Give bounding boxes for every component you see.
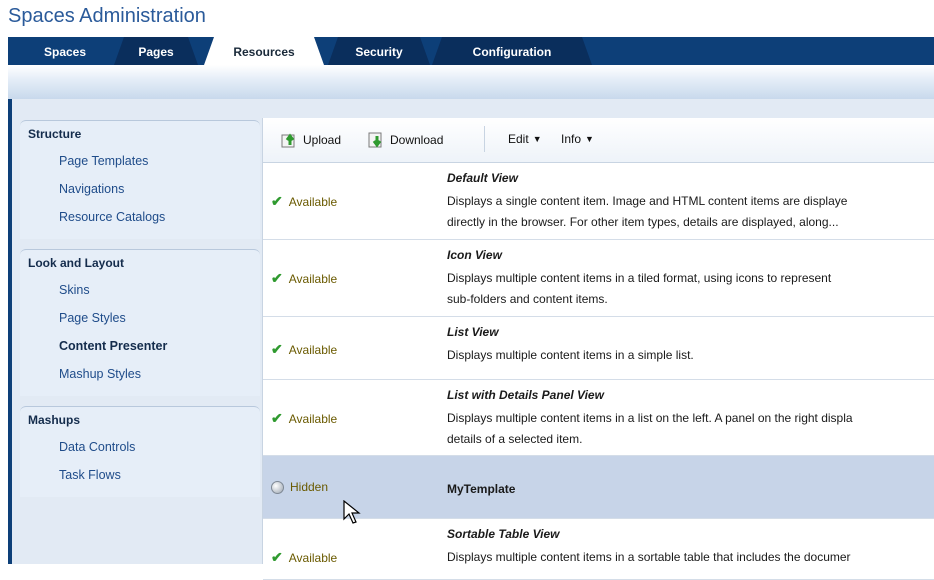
upload-icon (281, 133, 295, 148)
sidebar-item-skins[interactable]: Skins (20, 276, 260, 304)
status-hidden: Hidden (271, 480, 328, 494)
status-label: Available (288, 194, 338, 209)
sidebar-group-mashups: Mashups Data Controls Task Flows (20, 406, 260, 497)
tab-label: Spaces (43, 45, 87, 59)
download-icon (368, 132, 382, 148)
resource-list-panel: Upload Download Edit ▼ Info ▼ ✔ Availabl… (262, 118, 934, 580)
status-available: ✔ Available (271, 341, 337, 358)
table-row[interactable]: ✔ Available Default View Displays a sing… (263, 163, 934, 240)
edit-label: Edit (508, 132, 529, 146)
status-label: Available (288, 342, 338, 357)
checkmark-icon: ✔ (271, 549, 283, 565)
checkmark-icon: ✔ (271, 410, 283, 426)
tab-resources[interactable]: Resources (204, 37, 324, 65)
template-description: Displays multiple content items in a lis… (447, 411, 853, 446)
status-label: Available (288, 271, 338, 286)
tab-pages[interactable]: Pages (114, 37, 198, 65)
status-available: ✔ Available (271, 549, 337, 566)
table-row[interactable]: ✔ Available Icon View Displays multiple … (263, 240, 934, 317)
status-available: ✔ Available (271, 193, 337, 210)
template-description: Displays a single content item. Image an… (447, 194, 848, 229)
toolbar-separator (484, 126, 485, 152)
upload-label: Upload (303, 133, 342, 147)
page-title: Spaces Administration (8, 5, 206, 27)
table-row-selected[interactable]: Hidden MyTemplate (263, 456, 934, 519)
sidebar-item-navigations[interactable]: Navigations (20, 175, 260, 203)
caret-down-icon: ▼ (585, 134, 594, 144)
tab-spaces[interactable]: Spaces (28, 37, 102, 65)
sidebar: Structure Page Templates Navigations Res… (20, 120, 260, 507)
template-name: Icon View (447, 248, 502, 262)
template-description: Displays multiple content items in a sor… (447, 550, 851, 564)
sidebar-item-page-styles[interactable]: Page Styles (20, 304, 260, 332)
sidebar-item-task-flows[interactable]: Task Flows (20, 461, 260, 489)
template-description: Displays multiple content items in a til… (447, 271, 832, 306)
checkmark-icon: ✔ (271, 341, 283, 357)
sidebar-item-resource-catalogs[interactable]: Resource Catalogs (20, 203, 260, 231)
status-label: Hidden (290, 480, 329, 494)
tab-label: Security (355, 45, 403, 59)
tab-label: Pages (138, 45, 174, 59)
sidebar-group-title: Look and Layout (28, 256, 124, 270)
checkmark-icon: ✔ (271, 270, 283, 286)
checkmark-icon: ✔ (271, 193, 283, 209)
sidebar-item-page-templates[interactable]: Page Templates (20, 147, 260, 175)
template-name: List with Details Panel View (447, 388, 604, 402)
table-row[interactable]: ✔ Available Sortable Table View Displays… (263, 519, 934, 580)
template-name: MyTemplate (447, 482, 516, 496)
status-available: ✔ Available (271, 410, 337, 427)
template-name: Sortable Table View (447, 527, 560, 541)
tab-label: Configuration (472, 45, 552, 59)
edit-menu[interactable]: Edit ▼ (508, 132, 542, 146)
mouse-pointer-icon (343, 500, 361, 524)
info-menu[interactable]: Info ▼ (561, 132, 594, 146)
status-label: Available (288, 550, 338, 565)
tab-configuration[interactable]: Configuration (432, 37, 592, 65)
tab-security[interactable]: Security (328, 37, 430, 65)
status-label: Available (288, 411, 338, 426)
sidebar-item-mashup-styles[interactable]: Mashup Styles (20, 360, 260, 388)
tab-label: Resources (233, 45, 295, 59)
caret-down-icon: ▼ (532, 134, 542, 144)
sidebar-group-look-and-layout: Look and Layout Skins Page Styles Conten… (20, 249, 260, 396)
sidebar-group-title: Mashups (28, 413, 81, 427)
sidebar-item-data-controls[interactable]: Data Controls (20, 433, 260, 461)
table-row[interactable]: ✔ Available List View Displays multiple … (263, 317, 934, 380)
template-name: List View (447, 325, 499, 339)
sidebar-item-content-presenter[interactable]: Content Presenter (20, 332, 260, 360)
upload-button[interactable]: Upload (281, 132, 341, 148)
sidebar-group-structure: Structure Page Templates Navigations Res… (20, 120, 260, 239)
info-label: Info (561, 132, 582, 146)
download-button[interactable]: Download (368, 132, 443, 148)
tab-bar: Spaces Pages Resources Security Configur… (8, 37, 934, 65)
toolbar: Upload Download Edit ▼ Info ▼ (263, 118, 934, 163)
template-name: Default View (447, 171, 518, 185)
template-description: Displays multiple content items in a sim… (447, 348, 694, 362)
download-label: Download (390, 133, 444, 147)
table-row[interactable]: ✔ Available List with Details Panel View… (263, 380, 934, 456)
status-available: ✔ Available (271, 270, 337, 287)
hidden-status-icon (271, 480, 284, 494)
sidebar-group-title: Structure (28, 127, 82, 141)
header-band (8, 65, 934, 99)
